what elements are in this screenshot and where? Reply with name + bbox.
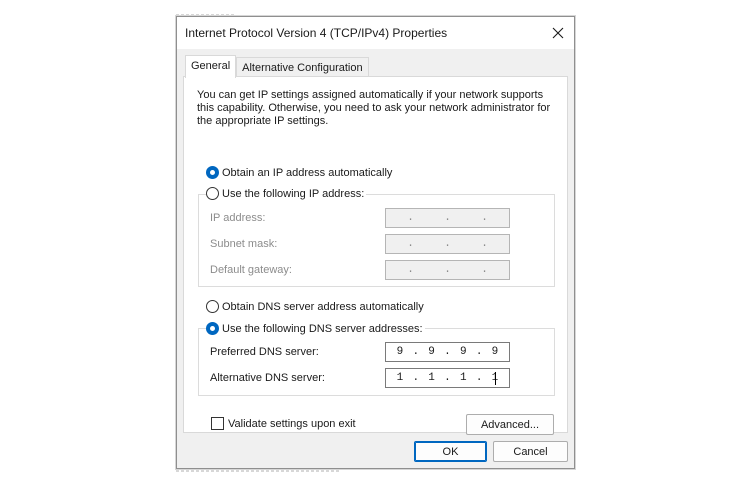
alternative-dns-input[interactable]: 1 . 1 . 1 . 1 bbox=[385, 368, 510, 388]
obtain-dns-auto-option[interactable]: Obtain DNS server address automatically bbox=[206, 300, 426, 313]
tab-general[interactable]: General bbox=[185, 55, 237, 78]
validate-settings-option[interactable]: Validate settings upon exit bbox=[211, 417, 356, 430]
use-following-dns-option[interactable]: Use the following DNS server addresses: bbox=[206, 322, 425, 335]
default-gateway-label: Default gateway: bbox=[210, 264, 292, 276]
obtain-dns-auto-label: Obtain DNS server address automatically bbox=[222, 300, 424, 313]
window-title: Internet Protocol Version 4 (TCP/IPv4) P… bbox=[185, 26, 448, 40]
preferred-dns-label: Preferred DNS server: bbox=[210, 346, 319, 358]
validate-settings-label: Validate settings upon exit bbox=[228, 417, 356, 430]
close-icon bbox=[552, 27, 564, 39]
general-tab-panel: You can get IP settings assigned automat… bbox=[183, 76, 568, 435]
default-gateway-input: . . . bbox=[385, 260, 510, 280]
close-button[interactable] bbox=[542, 17, 574, 49]
advanced-button[interactable]: Advanced... bbox=[466, 414, 554, 435]
preferred-dns-input[interactable]: 9 . 9 . 9 . 9 bbox=[385, 342, 510, 362]
use-following-dns-label: Use the following DNS server addresses: bbox=[222, 322, 423, 335]
ipv4-properties-dialog: Internet Protocol Version 4 (TCP/IPv4) P… bbox=[176, 16, 575, 469]
tab-alternative-configuration[interactable]: Alternative Configuration bbox=[236, 57, 369, 78]
text-caret bbox=[495, 372, 496, 385]
ip-address-label: IP address: bbox=[210, 212, 266, 224]
use-following-ip-radio[interactable] bbox=[206, 187, 219, 200]
subnet-mask-input: . . . bbox=[385, 234, 510, 254]
validate-settings-checkbox[interactable] bbox=[211, 417, 224, 430]
tab-strip: General Alternative Configuration bbox=[185, 55, 369, 78]
intro-text: You can get IP settings assigned automat… bbox=[197, 89, 551, 127]
obtain-ip-auto-option[interactable]: Obtain an IP address automatically bbox=[206, 166, 395, 179]
alternative-dns-label: Alternative DNS server: bbox=[210, 372, 325, 384]
use-following-ip-option[interactable]: Use the following IP address: bbox=[206, 187, 367, 200]
ok-button[interactable]: OK bbox=[414, 441, 487, 462]
obtain-dns-auto-radio[interactable] bbox=[206, 300, 219, 313]
obtain-ip-auto-radio[interactable] bbox=[206, 166, 219, 179]
use-following-dns-radio[interactable] bbox=[206, 322, 219, 335]
subnet-mask-label: Subnet mask: bbox=[210, 238, 278, 250]
title-bar: Internet Protocol Version 4 (TCP/IPv4) P… bbox=[177, 17, 574, 49]
cancel-button[interactable]: Cancel bbox=[493, 441, 568, 462]
obtain-ip-auto-label: Obtain an IP address automatically bbox=[222, 166, 393, 179]
ip-address-input: . . . bbox=[385, 208, 510, 228]
use-following-ip-label: Use the following IP address: bbox=[222, 187, 365, 200]
